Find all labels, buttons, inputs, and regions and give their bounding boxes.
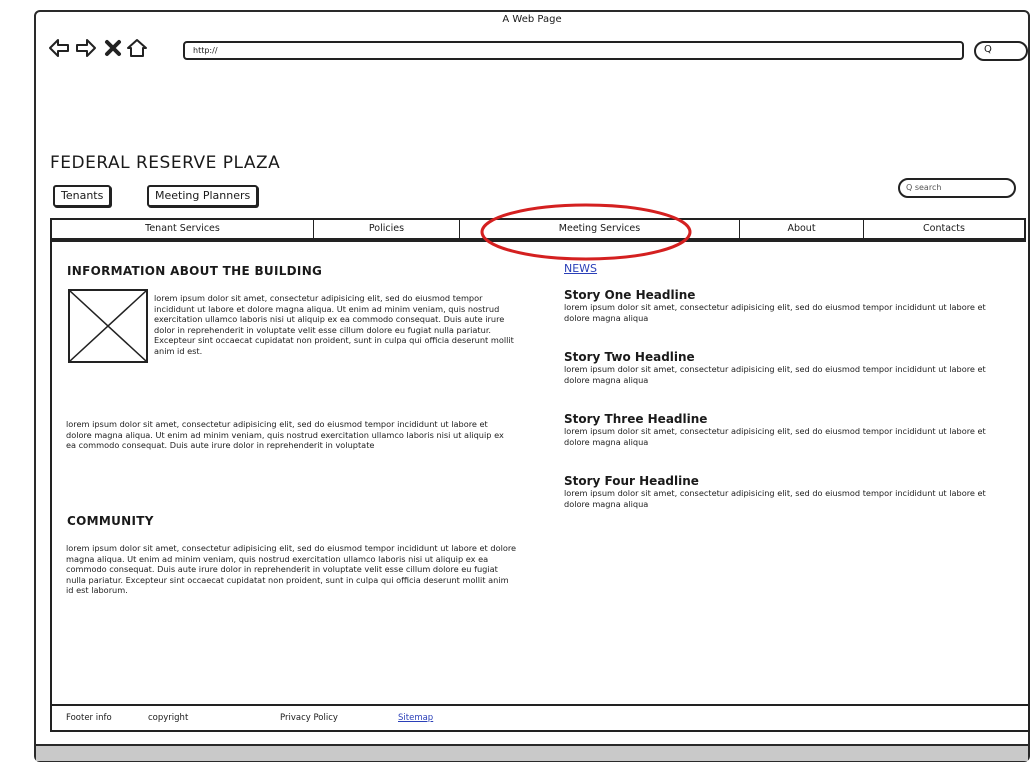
community-heading: COMMUNITY bbox=[67, 514, 154, 528]
meeting-planners-button[interactable]: Meeting Planners bbox=[147, 185, 259, 207]
status-bar bbox=[36, 744, 1028, 761]
community-paragraph: lorem ipsum dolor sit amet, consectetur … bbox=[66, 543, 517, 596]
news-story: Story One Headline lorem ipsum dolor sit… bbox=[564, 288, 1004, 350]
news-story: Story Two Headline lorem ipsum dolor sit… bbox=[564, 350, 1004, 412]
story-body: lorem ipsum dolor sit amet, consectetur … bbox=[564, 364, 986, 385]
back-arrow-icon[interactable] bbox=[48, 37, 70, 59]
url-input[interactable]: http:// bbox=[183, 41, 964, 60]
home-icon[interactable] bbox=[126, 37, 148, 59]
stop-x-icon[interactable] bbox=[102, 37, 124, 59]
story-headline[interactable]: Story Two Headline bbox=[564, 350, 1004, 364]
building-paragraph-2: lorem ipsum dolor sit amet, consectetur … bbox=[66, 419, 504, 451]
news-list: Story One Headline lorem ipsum dolor sit… bbox=[564, 288, 1004, 536]
site-search-input[interactable]: Q search bbox=[898, 178, 1016, 198]
search-icon: Q bbox=[984, 44, 992, 55]
sitemap-link[interactable]: Sitemap bbox=[398, 713, 433, 723]
story-body: lorem ipsum dolor sit amet, consectetur … bbox=[564, 488, 986, 509]
news-link[interactable]: NEWS bbox=[564, 262, 597, 275]
footer-copyright: copyright bbox=[148, 713, 189, 723]
tab-contacts[interactable]: Contacts bbox=[864, 220, 1024, 238]
building-paragraph-1: lorem ipsum dolor sit amet, consectetur … bbox=[154, 293, 514, 356]
news-story: Story Four Headline lorem ipsum dolor si… bbox=[564, 474, 1004, 536]
tab-policies[interactable]: Policies bbox=[314, 220, 460, 238]
tab-tenant-services[interactable]: Tenant Services bbox=[52, 220, 314, 238]
story-headline[interactable]: Story One Headline bbox=[564, 288, 1004, 302]
forward-arrow-icon[interactable] bbox=[75, 37, 97, 59]
tenants-button[interactable]: Tenants bbox=[53, 185, 112, 207]
news-story: Story Three Headline lorem ipsum dolor s… bbox=[564, 412, 1004, 474]
search-go-button[interactable]: Q bbox=[974, 41, 1028, 61]
footer-info: Footer info bbox=[66, 713, 112, 723]
tab-about[interactable]: About bbox=[740, 220, 864, 238]
page-footer: Footer info copyright Privacy Policy Sit… bbox=[52, 704, 1028, 730]
story-headline[interactable]: Story Four Headline bbox=[564, 474, 1004, 488]
window-title: A Web Page bbox=[502, 14, 562, 25]
site-title: FEDERAL RESERVE PLAZA bbox=[50, 153, 281, 173]
story-headline[interactable]: Story Three Headline bbox=[564, 412, 1004, 426]
building-heading: INFORMATION ABOUT THE BUILDING bbox=[67, 264, 323, 278]
story-body: lorem ipsum dolor sit amet, consectetur … bbox=[564, 426, 986, 447]
story-body: lorem ipsum dolor sit amet, consectetur … bbox=[564, 302, 986, 323]
privacy-policy-link[interactable]: Privacy Policy bbox=[280, 713, 338, 723]
